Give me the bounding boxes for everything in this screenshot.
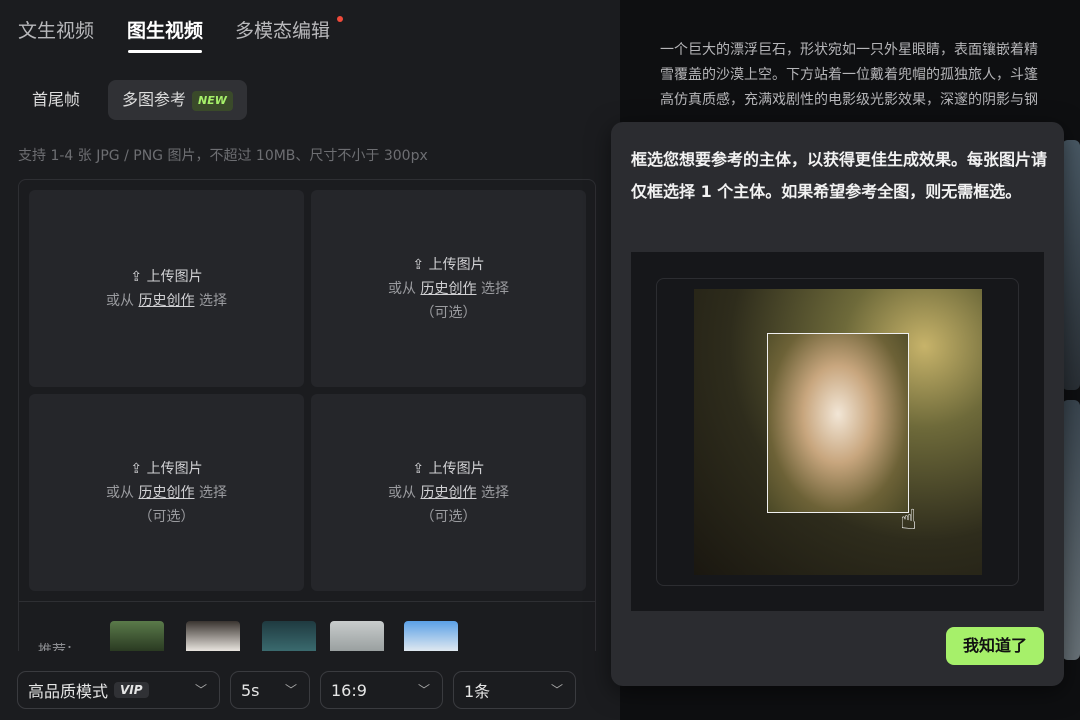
optional-label: （可选） xyxy=(421,301,477,325)
demo-area: ☝ xyxy=(631,252,1044,611)
hand-cursor-icon: ☝ xyxy=(900,503,917,536)
ratio-select[interactable]: 16:9﹀ xyxy=(320,671,443,709)
new-badge: NEW xyxy=(192,91,233,111)
subject-selection-tooltip: 框选您想要参考的主体，以获得更佳生成效果。每张图片请仅框选择 1 个主体。如果希… xyxy=(611,122,1064,686)
subtab-multi-ref[interactable]: 多图参考 NEW xyxy=(108,80,247,120)
upload-slot-1[interactable]: ⇪ 上传图片 或从 历史创作 选择 xyxy=(29,190,304,387)
recommend-thumb[interactable] xyxy=(186,621,240,651)
upload-grid: ⇪ 上传图片 或从 历史创作 选择 ⇪ 上传图片 或从 历史创作 选择 （可选）… xyxy=(18,179,596,659)
optional-label: （可选） xyxy=(139,505,195,529)
upload-slot-3[interactable]: ⇪ 上传图片 或从 历史创作 选择 （可选） xyxy=(29,394,304,591)
divider xyxy=(19,601,596,602)
recommend-thumb[interactable] xyxy=(404,621,458,651)
chevron-down-icon: ﹀ xyxy=(551,681,563,698)
recommend-thumb[interactable] xyxy=(262,621,316,651)
chevron-down-icon: ﹀ xyxy=(418,681,430,698)
subtab-label: 多图参考 xyxy=(122,90,186,109)
history-link[interactable]: 历史创作 xyxy=(139,485,195,501)
upload-icon: ⇪ xyxy=(412,257,424,273)
upload-icon: ⇪ xyxy=(130,269,142,285)
demo-card: ☝ xyxy=(656,278,1019,586)
upload-source: 或从 历史创作 选择 xyxy=(106,289,227,313)
tab-image-to-video[interactable]: 图生视频 xyxy=(127,16,203,43)
got-it-button[interactable]: 我知道了 xyxy=(946,627,1044,665)
duration-select[interactable]: 5s﹀ xyxy=(230,671,310,709)
upload-label: ⇪ 上传图片 xyxy=(412,457,484,481)
selection-box xyxy=(767,333,909,513)
mode-select[interactable]: 高品质模式VIP﹀ xyxy=(17,671,220,709)
prompt-text: 一个巨大的漂浮巨石，形状宛如一只外星眼睛，表面镶嵌着精雪覆盖的沙漠上空。下方站着… xyxy=(660,38,1080,113)
recommend-thumb[interactable] xyxy=(330,621,384,651)
history-link[interactable]: 历史创作 xyxy=(139,293,195,309)
history-link[interactable]: 历史创作 xyxy=(421,281,477,297)
history-link[interactable]: 历史创作 xyxy=(421,485,477,501)
tooltip-text: 框选您想要参考的主体，以获得更佳生成效果。每张图片请仅框选择 1 个主体。如果希… xyxy=(631,144,1051,208)
vip-badge: VIP xyxy=(114,682,149,698)
left-panel: 文生视频 图生视频 多模态编辑 首尾帧 多图参考 NEW 支持 1-4 张 JPG… xyxy=(0,0,620,720)
notification-dot xyxy=(337,16,343,22)
upload-label: ⇪ 上传图片 xyxy=(412,253,484,277)
preview-image xyxy=(1062,140,1080,390)
optional-label: （可选） xyxy=(421,505,477,529)
tab-multimodal-edit[interactable]: 多模态编辑 xyxy=(235,16,330,43)
active-tab-indicator xyxy=(128,50,202,53)
upload-label: ⇪ 上传图片 xyxy=(130,265,202,289)
upload-icon: ⇪ xyxy=(130,461,142,477)
count-select[interactable]: 1条﹀ xyxy=(453,671,576,709)
upload-slot-2[interactable]: ⇪ 上传图片 或从 历史创作 选择 （可选） xyxy=(311,190,586,387)
subtab-label: 首尾帧 xyxy=(32,90,80,109)
upload-icon: ⇪ xyxy=(412,461,424,477)
upload-source: 或从 历史创作 选择 xyxy=(388,277,509,301)
recommend-thumb[interactable] xyxy=(110,621,164,651)
chevron-down-icon: ﹀ xyxy=(285,681,297,698)
demo-dog-image: ☝ xyxy=(694,289,982,575)
upload-source: 或从 历史创作 选择 xyxy=(106,481,227,505)
upload-source: 或从 历史创作 选择 xyxy=(388,481,509,505)
tab-text-to-video[interactable]: 文生视频 xyxy=(18,16,94,43)
chevron-down-icon: ﹀ xyxy=(195,681,207,698)
preview-image xyxy=(1062,400,1080,660)
upload-slot-4[interactable]: ⇪ 上传图片 或从 历史创作 选择 （可选） xyxy=(311,394,586,591)
subtab-first-last-frame[interactable]: 首尾帧 xyxy=(18,80,94,120)
upload-hint: 支持 1-4 张 JPG / PNG 图片，不超过 10MB、尺寸不小于 300… xyxy=(18,145,428,165)
upload-label: ⇪ 上传图片 xyxy=(130,457,202,481)
